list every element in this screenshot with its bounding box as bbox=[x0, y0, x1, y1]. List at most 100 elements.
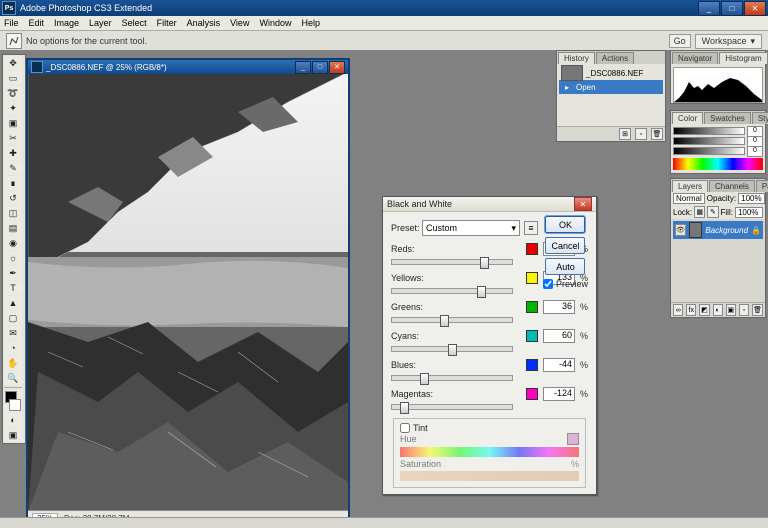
channel-slider[interactable] bbox=[391, 288, 513, 294]
visibility-icon[interactable]: 👁 bbox=[675, 224, 686, 236]
color-slider-r[interactable] bbox=[673, 127, 745, 135]
maximize-button[interactable]: □ bbox=[721, 1, 743, 16]
lasso-tool[interactable]: ➰ bbox=[4, 86, 22, 100]
tab-swatches[interactable]: Swatches bbox=[704, 112, 751, 124]
dialog-close-button[interactable]: ✕ bbox=[574, 197, 592, 211]
channel-value[interactable]: -44 bbox=[543, 358, 575, 372]
menu-analysis[interactable]: Analysis bbox=[187, 18, 221, 28]
layer-style-icon[interactable]: fx bbox=[686, 304, 696, 316]
menu-help[interactable]: Help bbox=[301, 18, 320, 28]
slider-thumb[interactable] bbox=[477, 286, 486, 298]
layer-row-background[interactable]: 👁 Background 🔒 bbox=[673, 221, 763, 239]
path-select-tool[interactable]: ▲ bbox=[4, 296, 22, 310]
wand-tool[interactable]: ✦ bbox=[4, 101, 22, 115]
workspace-selector[interactable]: Workspace▾ bbox=[695, 34, 762, 49]
channel-slider[interactable] bbox=[391, 404, 513, 410]
doc-close-button[interactable]: ✕ bbox=[329, 61, 345, 74]
history-step-open[interactable]: ▸ Open bbox=[559, 80, 663, 94]
current-tool-icon[interactable] bbox=[6, 33, 22, 49]
tab-navigator[interactable]: Navigator bbox=[672, 52, 718, 64]
screenmode-toggle[interactable]: ▣ bbox=[4, 428, 22, 442]
lock-pixels-icon[interactable]: ✎ bbox=[707, 206, 718, 218]
stamp-tool[interactable]: ∎ bbox=[4, 176, 22, 190]
preset-select[interactable]: Custom▾ bbox=[422, 220, 520, 236]
eyedropper-tool[interactable]: ◔ bbox=[4, 341, 22, 355]
tab-paths[interactable]: Paths bbox=[756, 180, 768, 192]
color-ramp[interactable] bbox=[673, 158, 763, 170]
cancel-button[interactable]: Cancel bbox=[545, 237, 585, 254]
tab-styles[interactable]: Styles bbox=[752, 112, 768, 124]
history-brush-tool[interactable]: ↺ bbox=[4, 191, 22, 205]
menu-window[interactable]: Window bbox=[259, 18, 291, 28]
tab-layers[interactable]: Layers bbox=[672, 180, 708, 192]
doc-maximize-button[interactable]: □ bbox=[312, 61, 328, 74]
blend-mode-select[interactable]: Normal bbox=[673, 193, 705, 204]
channel-slider[interactable] bbox=[391, 346, 513, 352]
channel-value[interactable]: 36 bbox=[543, 300, 575, 314]
marquee-tool[interactable]: ▭ bbox=[4, 71, 22, 85]
color-slider-g[interactable] bbox=[673, 137, 745, 145]
tab-actions[interactable]: Actions bbox=[596, 52, 634, 64]
hand-tool[interactable]: ✋ bbox=[4, 356, 22, 370]
preview-checkbox-input[interactable] bbox=[543, 279, 553, 289]
menu-filter[interactable]: Filter bbox=[157, 18, 177, 28]
healing-tool[interactable]: ✚ bbox=[4, 146, 22, 160]
menu-file[interactable]: File bbox=[4, 18, 19, 28]
eraser-tool[interactable]: ◫ bbox=[4, 206, 22, 220]
ok-button[interactable]: OK bbox=[545, 216, 585, 233]
slider-thumb[interactable] bbox=[480, 257, 489, 269]
channel-value[interactable]: 60 bbox=[543, 329, 575, 343]
trash-icon[interactable]: 🗑 bbox=[651, 128, 663, 140]
pen-tool[interactable]: ✒ bbox=[4, 266, 22, 280]
crop-tool[interactable]: ▣ bbox=[4, 116, 22, 130]
menu-view[interactable]: View bbox=[230, 18, 249, 28]
layer-group-icon[interactable]: ▣ bbox=[726, 304, 736, 316]
brush-tool[interactable]: ✎ bbox=[4, 161, 22, 175]
slider-thumb[interactable] bbox=[440, 315, 449, 327]
preview-checkbox[interactable]: Preview bbox=[543, 279, 588, 289]
slider-thumb[interactable] bbox=[400, 402, 409, 414]
document-titlebar[interactable]: _DSC0886.NEF @ 25% (RGB/8*) _ □ ✕ bbox=[28, 60, 348, 74]
go-button[interactable]: Go bbox=[669, 34, 691, 48]
color-swatches[interactable] bbox=[4, 390, 22, 412]
channel-slider[interactable] bbox=[391, 317, 513, 323]
fill-field[interactable]: 100% bbox=[735, 207, 763, 218]
new-snapshot-icon[interactable]: ⊞ bbox=[619, 128, 631, 140]
tint-checkbox-input[interactable] bbox=[400, 423, 410, 433]
lock-transparency-icon[interactable]: ▦ bbox=[694, 206, 705, 218]
dialog-titlebar[interactable]: Black and White ✕ bbox=[383, 197, 596, 212]
color-value-b[interactable]: 0 bbox=[747, 146, 763, 157]
gradient-tool[interactable]: ▤ bbox=[4, 221, 22, 235]
menu-image[interactable]: Image bbox=[54, 18, 79, 28]
slice-tool[interactable]: ✂ bbox=[4, 131, 22, 145]
new-layer-icon[interactable]: ▫ bbox=[739, 304, 749, 316]
color-slider-b[interactable] bbox=[673, 147, 745, 155]
slider-thumb[interactable] bbox=[420, 373, 429, 385]
tab-channels[interactable]: Channels bbox=[709, 180, 755, 192]
adjustment-layer-icon[interactable]: ◐ bbox=[713, 304, 723, 316]
channel-slider[interactable] bbox=[391, 375, 513, 381]
zoom-tool[interactable]: 🔍 bbox=[4, 371, 22, 385]
channel-value[interactable]: -124 bbox=[543, 387, 575, 401]
type-tool[interactable]: T bbox=[4, 281, 22, 295]
background-color[interactable] bbox=[9, 399, 21, 411]
move-tool[interactable]: ✥ bbox=[4, 56, 22, 70]
tab-color[interactable]: Color bbox=[672, 112, 703, 124]
close-button[interactable]: ✕ bbox=[744, 1, 766, 16]
delete-layer-icon[interactable]: 🗑 bbox=[752, 304, 763, 316]
layer-mask-icon[interactable]: ◩ bbox=[699, 304, 709, 316]
shape-tool[interactable]: ▢ bbox=[4, 311, 22, 325]
saturation-slider[interactable] bbox=[400, 471, 579, 481]
preset-menu-icon[interactable]: ≡ bbox=[524, 221, 538, 235]
tab-histogram[interactable]: Histogram bbox=[719, 52, 767, 64]
menu-edit[interactable]: Edit bbox=[29, 18, 45, 28]
opacity-field[interactable]: 100% bbox=[738, 193, 764, 204]
tab-history[interactable]: History bbox=[558, 52, 595, 64]
history-source[interactable]: _DSC0886.NEF bbox=[559, 66, 663, 80]
blur-tool[interactable]: ◉ bbox=[4, 236, 22, 250]
dodge-tool[interactable]: ☼ bbox=[4, 251, 22, 265]
menu-select[interactable]: Select bbox=[122, 18, 147, 28]
notes-tool[interactable]: ✉ bbox=[4, 326, 22, 340]
auto-button[interactable]: Auto bbox=[545, 258, 585, 275]
channel-slider[interactable] bbox=[391, 259, 513, 265]
